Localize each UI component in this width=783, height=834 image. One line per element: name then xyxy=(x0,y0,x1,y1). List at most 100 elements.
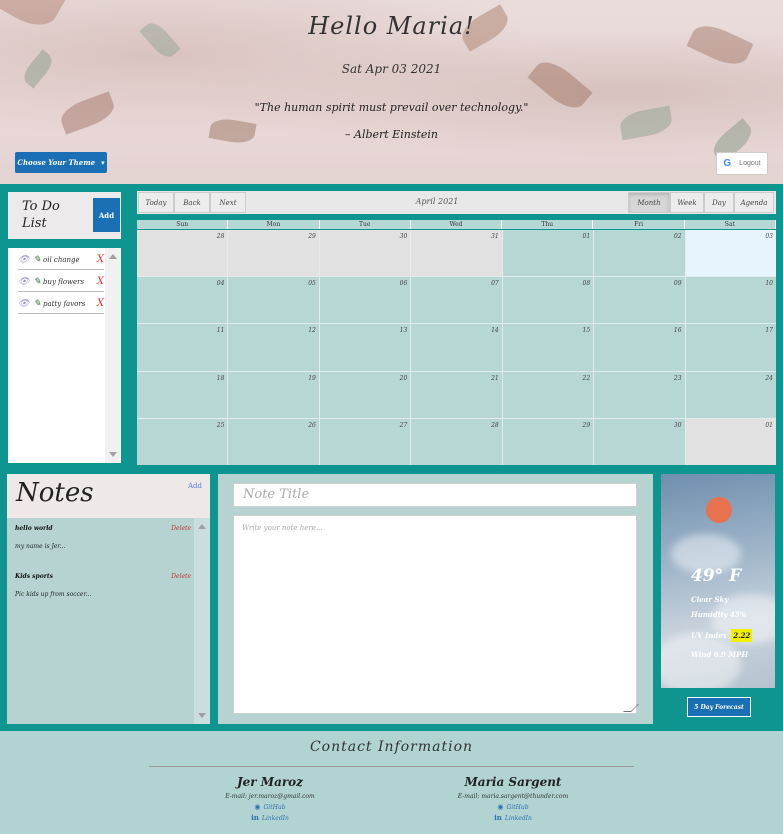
day-number: 16 xyxy=(673,327,682,335)
calendar-day-cell[interactable]: 28 xyxy=(411,418,502,465)
calendar-day-cell[interactable]: 29 xyxy=(228,230,319,277)
calendar-day-cell[interactable]: 27 xyxy=(319,418,411,465)
eye-icon[interactable]: 👁 xyxy=(18,277,29,287)
delete-todo-button[interactable]: X xyxy=(97,254,104,265)
calendar-day-cell[interactable]: 31 xyxy=(411,230,502,277)
eye-icon[interactable]: 👁 xyxy=(18,255,29,265)
pencil-icon[interactable]: ✎ xyxy=(33,255,41,265)
delete-note-button[interactable]: Delete xyxy=(171,525,191,532)
calendar-day-cell[interactable]: 06 xyxy=(319,277,411,324)
five-day-forecast-button[interactable]: 5 Day Forecast xyxy=(687,697,751,717)
github-link-label: GitHub xyxy=(506,804,529,811)
calendar-day-cell[interactable]: 13 xyxy=(319,324,411,371)
weekday-label: Fri xyxy=(593,220,685,229)
contact-card: Maria Sargent E-mail: maria.sargent@thun… xyxy=(403,775,623,822)
logout-label: Logout xyxy=(739,160,761,167)
calendar-day-cell[interactable]: 30 xyxy=(319,230,411,277)
day-number: 10 xyxy=(765,280,773,288)
choose-theme-button[interactable]: Choose Your Theme ▾ xyxy=(15,152,107,173)
github-link-label: GitHub xyxy=(263,804,286,811)
calendar-day-cell[interactable]: 20 xyxy=(319,371,411,418)
calendar-day-cell[interactable]: 23 xyxy=(594,371,685,418)
day-number: 14 xyxy=(491,327,499,335)
note-title-input[interactable]: Note Title xyxy=(233,483,637,507)
notes-scrollbar[interactable] xyxy=(194,518,210,724)
github-link[interactable]: ◉ GitHub xyxy=(160,802,380,811)
linkedin-link[interactable]: in LinkedIn xyxy=(160,813,380,822)
resize-handle-icon[interactable] xyxy=(623,704,639,712)
footer-divider xyxy=(149,766,634,767)
calendar-day-cell[interactable]: 16 xyxy=(594,324,685,371)
calendar-day-cell[interactable]: 02 xyxy=(594,230,685,277)
delete-todo-button[interactable]: X xyxy=(97,276,104,287)
calendar-day-cell[interactable]: 19 xyxy=(228,371,319,418)
calendar-day-cell[interactable]: 01 xyxy=(502,230,594,277)
header-banner: Hello Maria! Sat Apr 03 2021 "The human … xyxy=(0,0,783,184)
linkedin-link[interactable]: in LinkedIn xyxy=(403,813,623,822)
notes-header: Notes Add xyxy=(7,474,210,518)
todo-item-text: buy flowers xyxy=(42,277,85,286)
day-number: 28 xyxy=(216,233,225,240)
todo-scrollbar[interactable] xyxy=(105,248,121,463)
delete-todo-button[interactable]: X xyxy=(97,298,104,309)
note-item[interactable]: hello world Delete my name is Jer... xyxy=(15,525,191,550)
contact-email[interactable]: E-mail: maria.sargent@thunder.com xyxy=(403,793,623,800)
day-number: 21 xyxy=(491,374,499,382)
calendar-day-cell[interactable]: 26 xyxy=(228,418,319,465)
scroll-down-icon[interactable] xyxy=(198,713,206,718)
week-view-button[interactable]: Week xyxy=(670,192,704,213)
day-number: 29 xyxy=(308,233,316,240)
add-note-button[interactable]: Add xyxy=(188,482,202,490)
calendar-day-cell-today[interactable]: 03 xyxy=(685,230,776,277)
day-number: 03 xyxy=(765,233,773,240)
contact-card: Jer Maroz E-mail: jer.maroz@gmail.com ◉ G… xyxy=(160,775,380,822)
weekday-label: Sat xyxy=(685,220,776,229)
back-button[interactable]: Back xyxy=(174,192,210,213)
calendar-day-cell[interactable]: 30 xyxy=(594,418,685,465)
note-item[interactable]: Kids sports Delete Pic kids up from socc… xyxy=(15,573,191,598)
day-number: 04 xyxy=(216,280,225,288)
calendar-day-cell[interactable]: 18 xyxy=(137,371,228,418)
calendar-day-cell[interactable]: 12 xyxy=(228,324,319,371)
calendar-day-cell[interactable]: 15 xyxy=(502,324,594,371)
scroll-up-icon[interactable] xyxy=(109,254,117,259)
scroll-up-icon[interactable] xyxy=(198,524,206,529)
day-view-button[interactable]: Day xyxy=(704,192,734,213)
day-number: 20 xyxy=(399,374,408,382)
calendar-day-cell[interactable]: 05 xyxy=(228,277,319,324)
calendar-day-cell[interactable]: 29 xyxy=(502,418,594,465)
calendar-day-cell[interactable]: 01 xyxy=(685,418,776,465)
note-body-textarea[interactable]: Write your note here... xyxy=(233,515,639,714)
calendar-day-cell[interactable]: 24 xyxy=(685,371,776,418)
weekday-label: Mon xyxy=(228,220,320,229)
delete-note-button[interactable]: Delete xyxy=(171,573,191,580)
calendar-day-cell[interactable]: 04 xyxy=(137,277,228,324)
today-button[interactable]: Today xyxy=(138,192,174,213)
todo-add-button[interactable]: Add xyxy=(93,198,120,232)
github-link[interactable]: ◉ GitHub xyxy=(403,802,623,811)
calendar-day-cell[interactable]: 21 xyxy=(411,371,502,418)
github-icon: ◉ xyxy=(497,802,504,811)
agenda-view-button[interactable]: Agenda xyxy=(734,192,774,213)
next-button[interactable]: Next xyxy=(210,192,246,213)
calendar-day-cell[interactable]: 10 xyxy=(685,277,776,324)
pencil-icon[interactable]: ✎ xyxy=(33,277,41,287)
calendar-day-cell[interactable]: 09 xyxy=(594,277,685,324)
month-view-button[interactable]: Month xyxy=(628,192,670,213)
calendar-day-cell[interactable]: 17 xyxy=(685,324,776,371)
calendar-day-cell[interactable]: 25 xyxy=(137,418,228,465)
day-number: 22 xyxy=(582,374,591,382)
contact-email[interactable]: E-mail: jer.maroz@gmail.com xyxy=(160,793,380,800)
calendar-day-cell[interactable]: 28 xyxy=(137,230,228,277)
calendar-day-cell[interactable]: 08 xyxy=(502,277,594,324)
day-number: 24 xyxy=(765,374,773,382)
calendar-day-cell[interactable]: 14 xyxy=(411,324,502,371)
pencil-icon[interactable]: ✎ xyxy=(33,299,41,309)
logout-button[interactable]: G Logout xyxy=(716,152,768,175)
calendar-day-cell[interactable]: 11 xyxy=(137,324,228,371)
scroll-down-icon[interactable] xyxy=(109,452,117,457)
calendar-day-cell[interactable]: 22 xyxy=(502,371,594,418)
note-item-preview: Pic kids up from soccer... xyxy=(15,591,92,598)
eye-icon[interactable]: 👁 xyxy=(18,299,29,309)
calendar-day-cell[interactable]: 07 xyxy=(411,277,502,324)
